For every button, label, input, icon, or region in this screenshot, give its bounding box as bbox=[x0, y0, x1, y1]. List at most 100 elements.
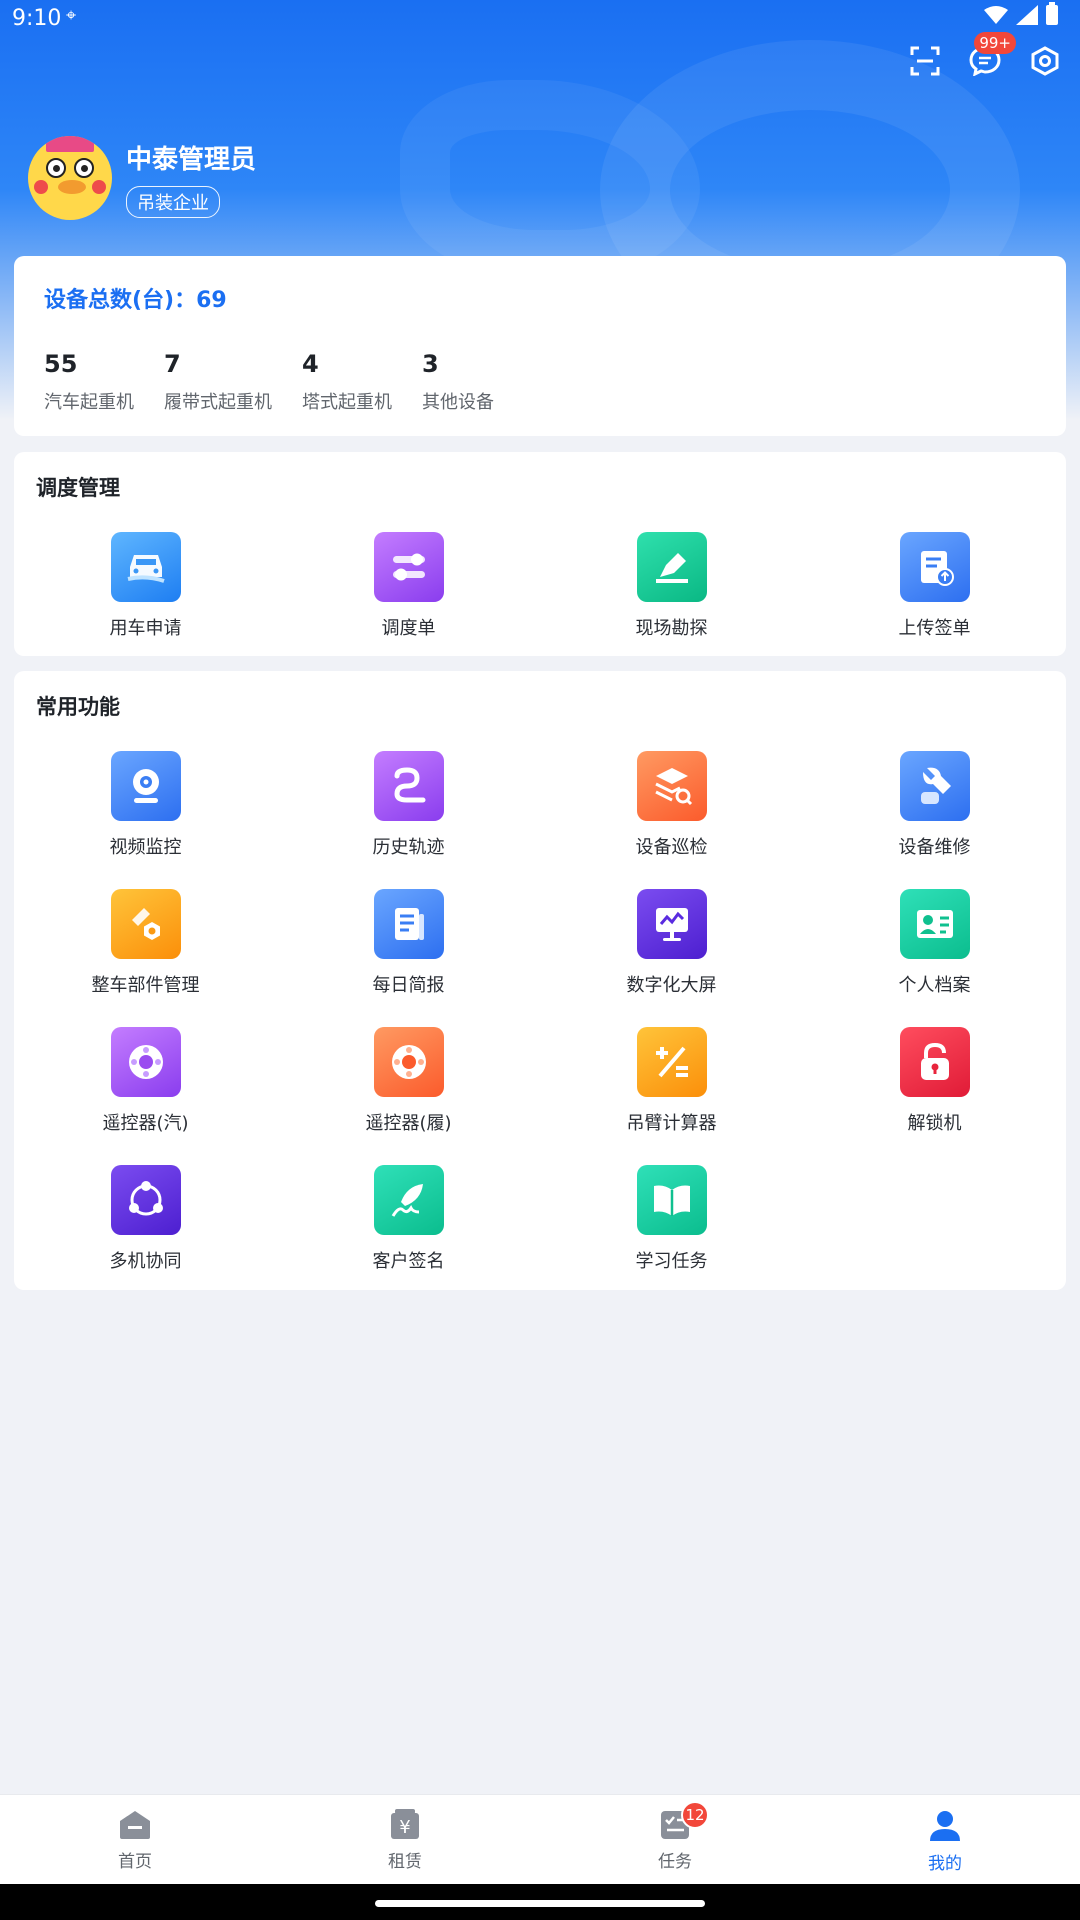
scan-button[interactable] bbox=[908, 44, 942, 78]
rental-icon: ¥ bbox=[391, 1809, 419, 1839]
remote-control-icon bbox=[373, 1027, 444, 1097]
menu-item-label: 遥控器(汽) bbox=[102, 1113, 189, 1134]
collaboration-icon bbox=[110, 1165, 181, 1235]
menu-item-label: 遥控器(履) bbox=[365, 1113, 452, 1134]
site-survey-button[interactable]: 现场勘探 bbox=[540, 532, 803, 652]
parts-management-button[interactable]: 整车部件管理 bbox=[14, 889, 277, 1009]
stat-label: 履带式起重机 bbox=[164, 392, 272, 413]
menu-item-label: 现场勘探 bbox=[635, 618, 708, 639]
menu-item-label: 学习任务 bbox=[635, 1251, 708, 1272]
upload-receipt-button[interactable]: 上传签单 bbox=[803, 532, 1066, 652]
tab-label: 我的 bbox=[928, 1854, 962, 1874]
car-request-button[interactable]: 用车申请 bbox=[14, 532, 277, 652]
menu-item-label: 设备维修 bbox=[898, 837, 971, 858]
menu-item-label: 多机协同 bbox=[109, 1251, 182, 1272]
video-monitor-button[interactable]: 视频监控 bbox=[14, 751, 277, 871]
equipment-inspection-button[interactable]: 设备巡检 bbox=[540, 751, 803, 871]
menu-item-label: 吊臂计算器 bbox=[626, 1113, 717, 1134]
book-icon bbox=[636, 1165, 707, 1235]
stat-label: 汽车起重机 bbox=[44, 392, 134, 413]
menu-item-label: 整车部件管理 bbox=[91, 975, 200, 996]
status-time: 9:10 bbox=[12, 6, 62, 31]
tab-task[interactable]: 12 任务 bbox=[540, 1795, 810, 1884]
device-total: 设备总数(台)：69 bbox=[44, 288, 227, 313]
scan-icon bbox=[910, 46, 940, 76]
personal-profile-button[interactable]: 个人档案 bbox=[803, 889, 1066, 1009]
profile-card-icon bbox=[899, 889, 970, 959]
site-survey-icon bbox=[636, 532, 707, 602]
tab-label: 租赁 bbox=[388, 1852, 422, 1872]
digital-screen-button[interactable]: 数字化大屏 bbox=[540, 889, 803, 1009]
settings-hexagon-icon bbox=[1031, 46, 1059, 76]
remote-crawler-button[interactable]: 遥控器(履) bbox=[277, 1027, 540, 1147]
user-icon bbox=[930, 1811, 960, 1841]
boom-calculator-button[interactable]: 吊臂计算器 bbox=[540, 1027, 803, 1147]
tab-rental[interactable]: ¥ 租赁 bbox=[270, 1795, 540, 1884]
stat-item[interactable]: 55 汽车起重机 bbox=[44, 350, 134, 414]
unlock-machine-button[interactable]: 解锁机 bbox=[803, 1027, 1066, 1147]
stat-value: 3 bbox=[422, 350, 439, 378]
message-badge: 99+ bbox=[974, 32, 1016, 54]
stat-label: 塔式起重机 bbox=[302, 392, 392, 413]
avatar[interactable] bbox=[28, 136, 112, 220]
remote-car-button[interactable]: 遥控器(汽) bbox=[14, 1027, 277, 1147]
task-badge: 12 bbox=[681, 1801, 709, 1829]
unlock-icon bbox=[899, 1027, 970, 1097]
settings-button[interactable] bbox=[1028, 44, 1062, 78]
multi-machine-button[interactable]: 多机协同 bbox=[14, 1165, 277, 1285]
menu-item-label: 上传签单 bbox=[898, 618, 971, 639]
customer-signature-button[interactable]: 客户签名 bbox=[277, 1165, 540, 1285]
location-icon: ⌖ bbox=[66, 5, 77, 26]
message-button[interactable]: 99+ bbox=[968, 32, 1016, 78]
stat-item[interactable]: 7 履带式起重机 bbox=[164, 350, 272, 414]
menu-item-label: 每日简报 bbox=[372, 975, 445, 996]
status-bar: 9:10 ⌖ bbox=[0, 0, 1080, 36]
upload-document-icon bbox=[899, 532, 970, 602]
menu-item-label: 调度单 bbox=[381, 618, 436, 639]
remote-control-icon bbox=[110, 1027, 181, 1097]
user-profile[interactable]: 中泰管理员 吊装企业 bbox=[28, 136, 256, 220]
menu-item-label: 设备巡检 bbox=[635, 837, 708, 858]
wifi-icon bbox=[984, 6, 1008, 24]
tab-home[interactable]: 首页 bbox=[0, 1795, 270, 1884]
menu-item-label: 用车申请 bbox=[109, 618, 182, 639]
camera-icon bbox=[110, 751, 181, 821]
learning-task-button[interactable]: 学习任务 bbox=[540, 1165, 803, 1285]
menu-item-label: 历史轨迹 bbox=[372, 837, 445, 858]
dispatch-slider-icon bbox=[373, 532, 444, 602]
stat-item[interactable]: 4 塔式起重机 bbox=[302, 350, 392, 414]
monitor-icon bbox=[636, 889, 707, 959]
device-stats: 55 汽车起重机 7 履带式起重机 4 塔式起重机 3 其他设备 bbox=[44, 350, 524, 414]
tab-mine[interactable]: 我的 bbox=[810, 1795, 1080, 1884]
user-name: 中泰管理员 bbox=[126, 144, 257, 175]
stat-value: 55 bbox=[44, 350, 78, 378]
user-tag: 吊装企业 bbox=[126, 185, 220, 218]
wrench-icon bbox=[899, 751, 970, 821]
menu-item-label: 视频监控 bbox=[109, 837, 182, 858]
report-icon bbox=[373, 889, 444, 959]
daily-report-button[interactable]: 每日简报 bbox=[277, 889, 540, 1009]
bottom-tab-bar: 首页 ¥ 租赁 12 任务 我的 bbox=[0, 1794, 1080, 1884]
home-gesture-handle[interactable] bbox=[375, 1900, 705, 1907]
tab-label: 首页 bbox=[118, 1852, 152, 1872]
dispatch-order-button[interactable]: 调度单 bbox=[277, 532, 540, 652]
svg-text:¥: ¥ bbox=[399, 1817, 410, 1838]
menu-item-label: 数字化大屏 bbox=[626, 975, 717, 996]
menu-item-label: 客户签名 bbox=[372, 1251, 445, 1272]
battery-icon bbox=[1046, 2, 1058, 25]
car-request-icon bbox=[110, 532, 181, 602]
stat-value: 7 bbox=[164, 350, 181, 378]
signal-icon bbox=[1016, 5, 1038, 25]
header-actions: 99+ bbox=[908, 32, 1062, 78]
stat-item[interactable]: 3 其他设备 bbox=[422, 350, 494, 414]
calculator-icon bbox=[636, 1027, 707, 1097]
equipment-repair-button[interactable]: 设备维修 bbox=[803, 751, 1066, 871]
signature-icon bbox=[373, 1165, 444, 1235]
inspection-icon bbox=[636, 751, 707, 821]
menu-item-label: 个人档案 bbox=[898, 975, 971, 996]
home-icon bbox=[120, 1811, 150, 1839]
history-track-button[interactable]: 历史轨迹 bbox=[277, 751, 540, 871]
device-summary-card: 设备总数(台)：69 55 汽车起重机 7 履带式起重机 4 塔式起重机 3 其… bbox=[14, 256, 1066, 436]
section-title: 常用功能 bbox=[36, 695, 120, 719]
tab-label: 任务 bbox=[658, 1852, 692, 1872]
